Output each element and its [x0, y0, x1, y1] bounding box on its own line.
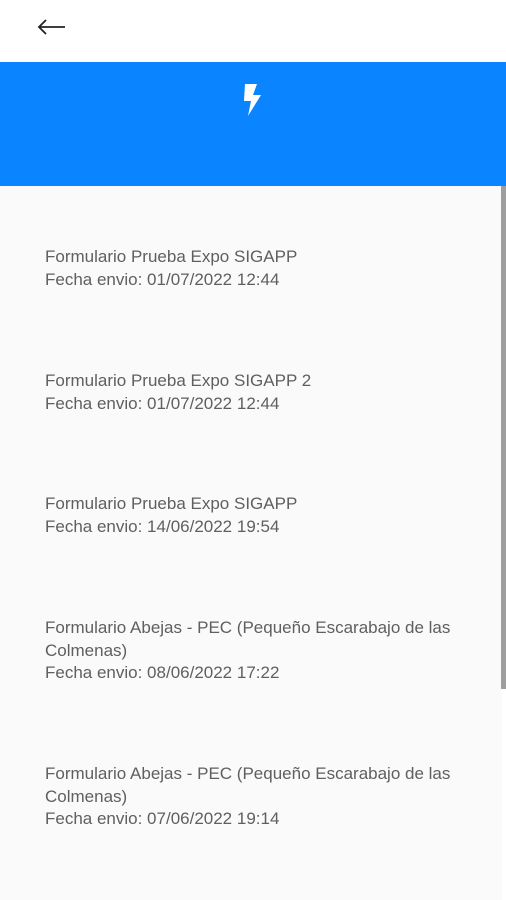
form-title: Formulario Prueba Expo SIGAPP 2: [45, 371, 312, 390]
scrollbar[interactable]: [501, 186, 506, 689]
page-header: Formularios Enviados: [0, 1, 506, 186]
form-title: Formulario Abejas - PEC (Pequeño Escarab…: [45, 618, 456, 660]
form-date: Fecha envio: 01/07/2022 12:44: [45, 393, 280, 413]
page-title: Formularios Enviados: [131, 1, 375, 29]
list-item[interactable]: Formulario Prueba Expo SIGAPP Fecha envi…: [45, 493, 475, 538]
list-item[interactable]: Formulario Abejas - PEC (Pequeño Escarab…: [45, 617, 475, 685]
list-item[interactable]: Formulario Abejas - PEC (Pequeño Escarab…: [45, 763, 475, 831]
form-date: Fecha envio: 14/06/2022 19:54: [45, 516, 280, 536]
form-date: Fecha envio: 08/06/2022 17:22: [45, 663, 280, 682]
list-item[interactable]: Formulario Prueba Expo SIGAPP Fecha envi…: [45, 246, 475, 291]
form-date: Fecha envio: 01/07/2022 12:44: [45, 269, 280, 289]
list-item[interactable]: Formulario Prueba Expo SIGAPP 2 Fecha en…: [45, 370, 475, 415]
form-title: Formulario Prueba Expo SIGAPP: [45, 494, 298, 513]
form-date: Fecha envio: 07/06/2022 19:14: [45, 809, 280, 828]
bolt-icon: [244, 84, 261, 116]
form-title: Formulario Abejas - PEC (Pequeño Escarab…: [45, 764, 456, 806]
form-title: Formulario Prueba Expo SIGAPP: [45, 247, 298, 266]
submitted-forms-list: Formulario Prueba Expo SIGAPP Fecha envi…: [0, 186, 502, 900]
